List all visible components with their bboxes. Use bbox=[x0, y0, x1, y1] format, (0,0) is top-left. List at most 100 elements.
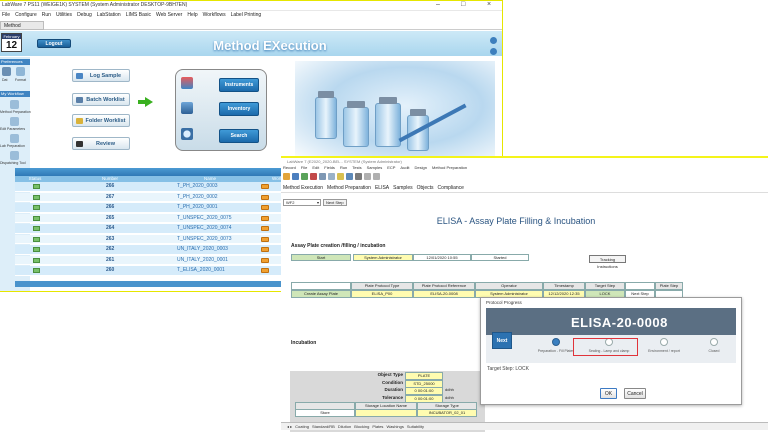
delete-icon[interactable] bbox=[310, 173, 317, 180]
dispatch-icon[interactable] bbox=[10, 151, 19, 160]
home-icon[interactable] bbox=[490, 37, 497, 44]
sheet-nav-icon[interactable]: ◂ ▸ bbox=[287, 423, 292, 430]
row-name[interactable]: UN_ITALY_2020_0001 bbox=[177, 257, 228, 263]
menu-item[interactable]: Tests bbox=[352, 165, 361, 170]
tracking-instructions-button[interactable]: Tracking Instructions bbox=[589, 255, 626, 269]
folder-icon[interactable] bbox=[261, 236, 269, 242]
menu-item[interactable]: ECP bbox=[387, 165, 395, 170]
row-name[interactable]: T_PH_2020_0003 bbox=[177, 183, 218, 189]
menu-item[interactable]: Method Preparation bbox=[432, 165, 467, 170]
next-step-button[interactable]: Next Step bbox=[323, 199, 347, 206]
forward-icon[interactable] bbox=[373, 173, 380, 180]
folder-icon[interactable] bbox=[261, 257, 269, 263]
row-name[interactable]: T_PH_2020_0001 bbox=[177, 204, 218, 210]
next-badge[interactable]: Next bbox=[492, 332, 512, 349]
sheet-tab[interactable]: Washings bbox=[386, 423, 403, 430]
print-icon[interactable] bbox=[319, 173, 326, 180]
row-name[interactable]: T_PH_2020_0002 bbox=[177, 194, 218, 200]
folder-icon[interactable] bbox=[261, 194, 269, 200]
folder-icon[interactable] bbox=[261, 215, 269, 221]
nav-tabs: Method Execution Method Preparation ELISA S… bbox=[281, 185, 768, 193]
instruments-button[interactable]: Instruments bbox=[219, 78, 259, 92]
nav-tab[interactable]: ELISA bbox=[375, 185, 389, 192]
batch-icon bbox=[76, 97, 83, 103]
search-icon[interactable] bbox=[346, 173, 353, 180]
menu-item[interactable]: LabStation bbox=[97, 12, 121, 21]
folder-worklist-button[interactable]: Folder Worklist bbox=[72, 114, 130, 127]
inventory-button[interactable]: Inventory bbox=[219, 102, 259, 116]
sheet-tab[interactable]: Coating bbox=[295, 423, 309, 430]
status-icon bbox=[33, 226, 40, 231]
tab-strip: Method EXecution bbox=[0, 21, 502, 37]
workflow-combo[interactable]: WF2 ▾ bbox=[283, 199, 321, 206]
row-name[interactable]: T_ELISA_2020_0001 bbox=[177, 267, 225, 273]
sheet-tab[interactable]: Suitability bbox=[407, 423, 424, 430]
menu-item[interactable]: File bbox=[2, 12, 10, 21]
folder-icon[interactable] bbox=[337, 173, 344, 180]
menu-item[interactable]: Web Server bbox=[156, 12, 182, 21]
menu-item[interactable]: Debug bbox=[77, 12, 92, 21]
settings-icon[interactable] bbox=[355, 173, 362, 180]
menu-item[interactable]: File bbox=[301, 165, 307, 170]
row-name[interactable]: UN_ITALY_2020_0003 bbox=[177, 246, 228, 252]
nav-tab[interactable]: Objects bbox=[417, 185, 434, 192]
nav-tab[interactable]: Compliance bbox=[438, 185, 464, 192]
menu-item[interactable]: LIMS Basic bbox=[126, 12, 151, 21]
refresh-icon[interactable] bbox=[301, 173, 308, 180]
edit-parameters-icon[interactable] bbox=[10, 117, 19, 126]
open-icon[interactable] bbox=[283, 173, 290, 180]
field-value[interactable]: 0 00:01:00 bbox=[405, 394, 443, 403]
nav-tab[interactable]: Method Execution bbox=[283, 185, 323, 192]
ok-button[interactable]: OK bbox=[600, 388, 617, 399]
review-button[interactable]: Review bbox=[72, 137, 130, 150]
menu-item[interactable]: Run bbox=[340, 165, 347, 170]
status-icon bbox=[33, 184, 40, 189]
menu-item[interactable]: Label Printing bbox=[231, 12, 262, 21]
folder-icon[interactable] bbox=[261, 205, 269, 210]
menu-item[interactable]: Design bbox=[415, 165, 427, 170]
menu-item[interactable]: Run bbox=[42, 12, 51, 21]
log-sample-button[interactable]: Log Sample bbox=[72, 69, 130, 82]
status-icon bbox=[33, 194, 40, 200]
back-icon[interactable] bbox=[364, 173, 371, 180]
row-name[interactable]: T_UNSPEC_2020_0074 bbox=[177, 225, 231, 231]
tab-method-execution[interactable]: Method EXecution bbox=[0, 21, 44, 37]
lab-prep-icon[interactable] bbox=[10, 134, 19, 143]
help-icon[interactable] bbox=[490, 48, 497, 55]
save-icon[interactable] bbox=[292, 173, 299, 180]
menu-item[interactable]: Edit bbox=[312, 165, 319, 170]
row-name[interactable]: T_UNSPEC_2020_0073 bbox=[177, 236, 231, 242]
menu-item[interactable]: Utilities bbox=[56, 12, 72, 21]
folder-icon[interactable] bbox=[261, 226, 269, 231]
method-prep-icon[interactable] bbox=[10, 100, 19, 109]
cancel-button[interactable]: Cancel bbox=[624, 388, 646, 399]
sheet-tab[interactable]: Plates bbox=[372, 423, 383, 430]
user-icon[interactable] bbox=[2, 67, 11, 76]
close-icon[interactable]: × bbox=[487, 1, 491, 8]
logout-button[interactable]: Logout bbox=[37, 39, 71, 48]
sheet-tab[interactable]: Blocking bbox=[354, 423, 369, 430]
nav-tab[interactable]: Samples bbox=[393, 185, 412, 192]
menu-item[interactable]: Configure bbox=[15, 12, 37, 21]
folder-icon[interactable] bbox=[261, 247, 269, 252]
menu-item[interactable]: Samples bbox=[367, 165, 383, 170]
format-icon[interactable] bbox=[16, 67, 25, 76]
row-name[interactable]: T_UNSPEC_2020_0075 bbox=[177, 215, 231, 221]
search-button[interactable]: Search bbox=[219, 129, 259, 143]
minimize-icon[interactable]: – bbox=[436, 1, 440, 8]
log-sample-icon bbox=[76, 73, 83, 79]
sheet-tab[interactable]: Standard/RB bbox=[312, 423, 335, 430]
menu-item[interactable]: Record bbox=[283, 165, 296, 170]
copy-icon[interactable] bbox=[328, 173, 335, 180]
folder-icon bbox=[76, 118, 83, 124]
folder-icon[interactable] bbox=[261, 184, 269, 189]
sheet-tab[interactable]: Dilution bbox=[338, 423, 351, 430]
menu-item[interactable]: Help bbox=[187, 12, 197, 21]
nav-tab[interactable]: Method Preparation bbox=[327, 185, 371, 192]
folder-icon[interactable] bbox=[261, 268, 269, 273]
maximize-icon[interactable]: □ bbox=[461, 1, 465, 8]
batch-worklist-button[interactable]: Batch Worklist bbox=[72, 93, 130, 106]
menu-item[interactable]: Fields bbox=[324, 165, 335, 170]
menu-item[interactable]: Audit bbox=[400, 165, 409, 170]
menu-item[interactable]: Workflows bbox=[203, 12, 226, 21]
